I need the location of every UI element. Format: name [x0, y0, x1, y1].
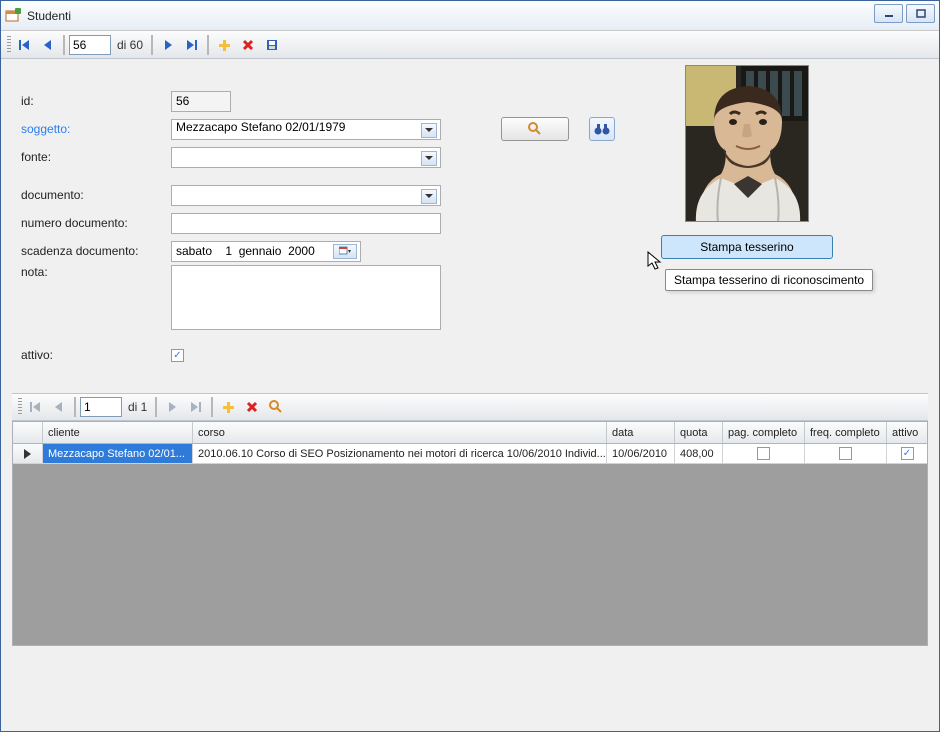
th-freq[interactable]: freq. completo [805, 422, 887, 443]
binoculars-button[interactable] [589, 117, 615, 141]
attivo-checkbox[interactable]: ✓ [171, 349, 184, 362]
numdoc-label: numero documento: [21, 216, 171, 230]
row-attivo-checkbox[interactable]: ✓ [901, 447, 914, 460]
sub-toolbar: di 1 [12, 393, 928, 421]
td-pag[interactable] [723, 444, 805, 463]
td-cliente[interactable]: Mezzacapo Stefano 02/01... [43, 444, 193, 463]
search-button[interactable] [501, 117, 569, 141]
id-label: id: [21, 94, 171, 108]
td-data[interactable]: 10/06/2010 [607, 444, 675, 463]
sub-nav-position-input[interactable] [80, 397, 122, 417]
app-icon [5, 8, 21, 24]
th-attivo[interactable]: attivo [887, 422, 927, 443]
fonte-select[interactable] [171, 147, 441, 168]
search-icon [527, 121, 543, 137]
td-corso[interactable]: 2010.06.10 Corso di SEO Posizionamento n… [193, 444, 607, 463]
th-data[interactable]: data [607, 422, 675, 443]
fonte-label: fonte: [21, 150, 171, 164]
calendar-icon[interactable] [333, 244, 357, 259]
nav-position-input[interactable] [69, 35, 111, 55]
documento-label: documento: [21, 188, 171, 202]
table-row[interactable]: Mezzacapo Stefano 02/01... 2010.06.10 Co… [13, 444, 927, 464]
sub-nav-total-label: di 1 [124, 400, 151, 414]
maximize-button[interactable] [906, 4, 935, 23]
row-indicator [13, 444, 43, 463]
th-quota[interactable]: quota [675, 422, 723, 443]
nota-label: nota: [21, 265, 171, 279]
stampa-tesserino-button[interactable]: Stampa tesserino [661, 235, 833, 259]
sub-nav-next-button[interactable] [161, 396, 183, 418]
td-attivo[interactable]: ✓ [887, 444, 927, 463]
id-field [171, 91, 231, 112]
nota-field[interactable] [171, 265, 441, 330]
sub-search-button[interactable] [265, 396, 287, 418]
sub-delete-button[interactable] [241, 396, 263, 418]
sub-nav-last-button[interactable] [185, 396, 207, 418]
titlebar: Studenti [1, 1, 939, 31]
nav-first-button[interactable] [13, 34, 35, 56]
pag-checkbox[interactable] [757, 447, 770, 460]
attivo-label: attivo: [21, 348, 171, 362]
tooltip: Stampa tesserino di riconoscimento [665, 269, 873, 291]
delete-button[interactable] [237, 34, 259, 56]
nav-total-label: di 60 [113, 38, 147, 52]
enrollment-grid[interactable]: cliente corso data quota pag. completo f… [12, 421, 928, 646]
binoculars-icon [594, 122, 610, 136]
gripper [18, 398, 22, 416]
gripper [7, 36, 11, 54]
nav-last-button[interactable] [181, 34, 203, 56]
sub-add-button[interactable] [217, 396, 239, 418]
window-title: Studenti [27, 9, 71, 23]
row-selector-header [13, 422, 43, 443]
sub-nav-first-button[interactable] [24, 396, 46, 418]
scadenza-value: sabato 1 gennaio 2000 [176, 244, 315, 258]
th-pag[interactable]: pag. completo [723, 422, 805, 443]
nav-prev-button[interactable] [37, 34, 59, 56]
td-freq[interactable] [805, 444, 887, 463]
minimize-button[interactable] [874, 4, 903, 23]
main-toolbar: di 60 [1, 31, 939, 59]
th-corso[interactable]: corso [193, 422, 607, 443]
soggetto-label[interactable]: soggetto: [21, 122, 171, 136]
scadenza-datepicker[interactable]: sabato 1 gennaio 2000 [171, 241, 361, 262]
td-quota[interactable]: 408,00 [675, 444, 723, 463]
scadenza-label: scadenza documento: [21, 244, 171, 258]
th-cliente[interactable]: cliente [43, 422, 193, 443]
freq-checkbox[interactable] [839, 447, 852, 460]
soggetto-select[interactable]: Mezzacapo Stefano 02/01/1979 [171, 119, 441, 140]
student-photo [685, 65, 809, 222]
soggetto-value: Mezzacapo Stefano 02/01/1979 [176, 120, 345, 134]
documento-select[interactable] [171, 185, 441, 206]
sub-nav-prev-button[interactable] [48, 396, 70, 418]
add-button[interactable] [213, 34, 235, 56]
numdoc-field[interactable] [171, 213, 441, 234]
nav-next-button[interactable] [157, 34, 179, 56]
save-button[interactable] [261, 34, 283, 56]
